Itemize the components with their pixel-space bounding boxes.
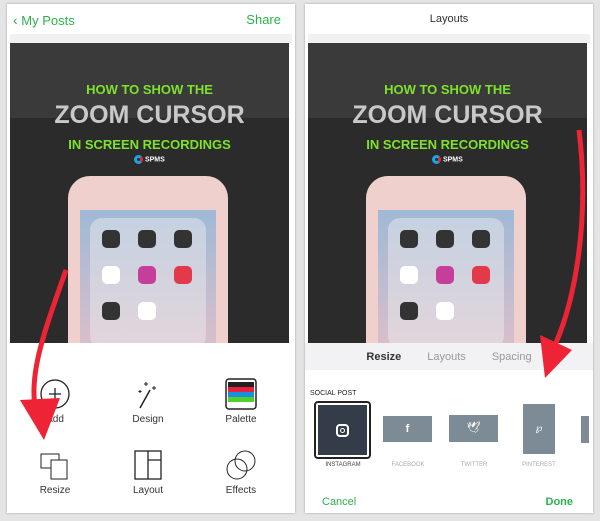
tool-layout-button[interactable]: Layout	[108, 449, 188, 496]
facebook-icon: f	[405, 423, 410, 435]
tool-label: Design	[132, 414, 164, 425]
tool-design-button[interactable]: Design	[108, 378, 188, 425]
top-bar: Layouts	[305, 4, 593, 34]
post-line1: HOW TO SHOW THE	[86, 82, 213, 97]
format-facebook[interactable]: f	[383, 416, 432, 442]
layout-icon	[108, 449, 188, 481]
section-label: SOCIAL POST	[310, 390, 357, 397]
back-button[interactable]: ‹ My Posts	[13, 12, 75, 28]
format-label: FACEBOOK	[391, 462, 425, 468]
post-canvas[interactable]: HOW TO SHOW THE ZOOM CURSOR IN SCREEN RE…	[308, 43, 587, 343]
tool-palette-button[interactable]: Palette	[201, 378, 281, 425]
post-canvas[interactable]: HOW TO SHOW THE ZOOM CURSOR IN SCREEN RE…	[10, 43, 289, 343]
tab-layouts[interactable]: Layouts	[427, 351, 466, 363]
format-label: PINTEREST	[522, 462, 556, 468]
share-button[interactable]: Share	[246, 12, 281, 27]
pinterest-icon: ℘	[535, 423, 543, 434]
post-line3: IN SCREEN RECORDINGS	[68, 137, 231, 152]
tab-spacing[interactable]: Spacing	[492, 351, 532, 363]
back-label: My Posts	[21, 13, 75, 28]
divider	[308, 34, 590, 43]
post-line1: HOW TO SHOW THE	[384, 82, 511, 97]
format-label: TWITTER	[460, 462, 488, 468]
top-bar: ‹ My Posts Share	[7, 4, 295, 34]
chevron-left-icon: ‹	[13, 12, 18, 28]
divider	[10, 34, 292, 43]
tool-label: Layout	[132, 485, 164, 496]
tool-resize-button[interactable]: Resize	[15, 449, 95, 496]
tool-label: Resize	[39, 485, 71, 496]
post-line2: ZOOM CURSOR	[54, 101, 245, 129]
phone-image	[68, 176, 228, 343]
effects-icon	[201, 449, 281, 481]
magic-wand-icon	[108, 378, 188, 410]
done-button[interactable]: Done	[546, 496, 574, 508]
left-screen: ‹ My Posts Share HOW TO SHOW THE ZOOM CU…	[7, 4, 295, 513]
format-label: INSTAGRAM	[325, 462, 361, 468]
twitter-icon: 🕊	[466, 422, 481, 434]
palette-icon	[201, 378, 281, 410]
tab-bar: Resize Layouts Spacing	[305, 343, 593, 370]
tab-resize[interactable]: Resize	[366, 351, 401, 363]
tool-label: Effects	[225, 485, 257, 496]
format-twitter[interactable]: 🕊	[449, 415, 498, 442]
format-instagram[interactable]	[314, 401, 371, 459]
cancel-button[interactable]: Cancel	[322, 496, 356, 508]
right-screen: Layouts HOW TO SHOW THE ZOOM CURSOR IN S…	[305, 4, 593, 513]
instagram-icon	[336, 423, 349, 437]
format-pinterest[interactable]: ℘	[523, 404, 555, 454]
screen-title: Layouts	[429, 13, 469, 25]
resize-icon	[15, 449, 95, 481]
post-line3: IN SCREEN RECORDINGS	[366, 137, 529, 152]
post-line2: ZOOM CURSOR	[352, 101, 543, 129]
spms-logo: SPMS	[134, 155, 165, 164]
spms-logo: SPMS	[432, 155, 463, 164]
phone-image	[366, 176, 526, 343]
format-more[interactable]	[581, 416, 589, 443]
tool-add-button[interactable]: Add	[15, 378, 95, 425]
tool-label: Add	[46, 414, 64, 425]
plus-circle-icon	[15, 378, 95, 410]
tool-effects-button[interactable]: Effects	[201, 449, 281, 496]
tool-label: Palette	[225, 414, 257, 425]
